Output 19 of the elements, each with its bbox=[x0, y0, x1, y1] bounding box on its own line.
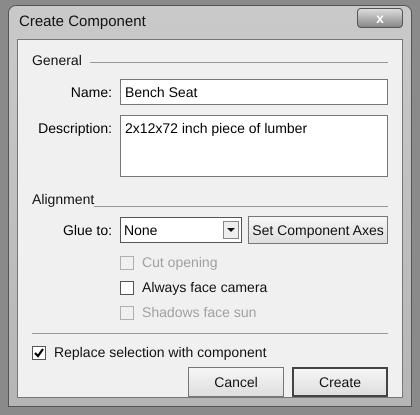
field-label: Glue to: bbox=[62, 220, 113, 240]
checkbox-label: Cut opening bbox=[142, 253, 218, 272]
window-title: Create Component bbox=[18, 12, 146, 32]
checkbox-label: Replace selection with component bbox=[54, 343, 266, 362]
checkbox-label: Always face camera bbox=[142, 278, 268, 297]
set-axes-button[interactable]: Set Component Axes bbox=[248, 216, 388, 244]
checkbox-label: Shadows face sun bbox=[142, 303, 256, 322]
checkbox[interactable] bbox=[32, 346, 46, 360]
glue-dropdown[interactable]: None bbox=[120, 217, 242, 243]
name-field[interactable]: Bench Seat bbox=[120, 79, 388, 105]
checkbox[interactable] bbox=[120, 280, 134, 294]
section-title: General bbox=[32, 51, 82, 70]
dialog-button[interactable]: Create bbox=[292, 367, 388, 397]
dialog-button[interactable]: Cancel bbox=[188, 367, 284, 397]
description-field[interactable]: 2x12x72 inch piece of lumber bbox=[120, 115, 388, 177]
section-title: Alignment bbox=[32, 190, 94, 209]
field-label: Name: bbox=[70, 82, 113, 102]
checkmark-icon bbox=[34, 348, 44, 358]
field-label: Description: bbox=[37, 119, 113, 138]
